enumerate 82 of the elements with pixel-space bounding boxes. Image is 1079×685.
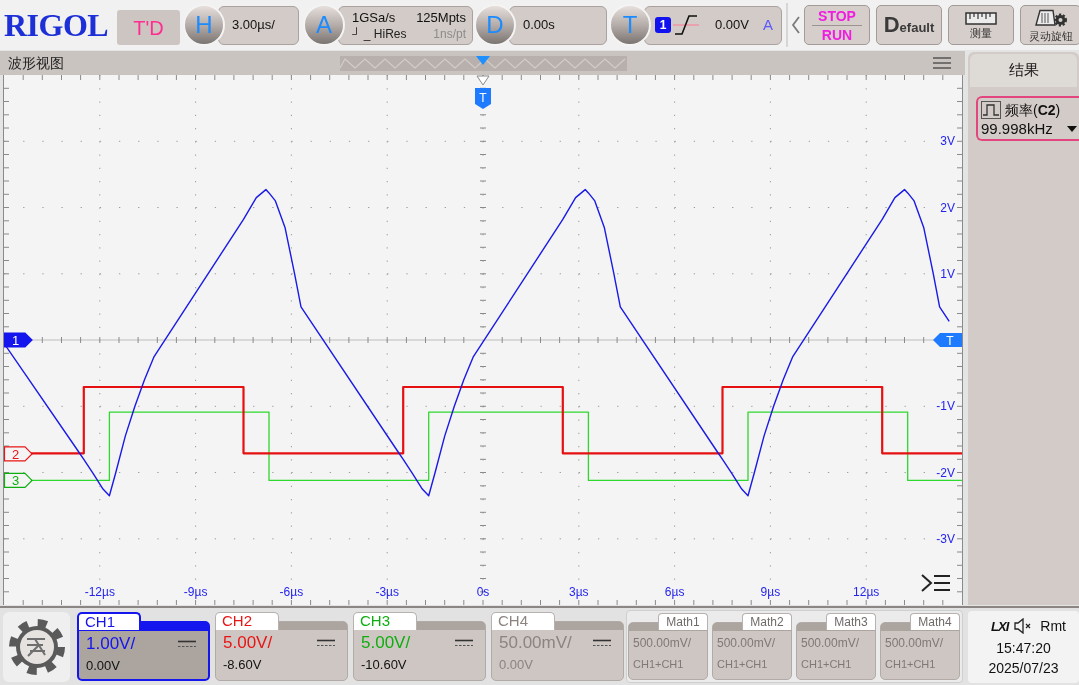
- channel-tab[interactable]: CH4: [491, 612, 555, 630]
- clock-time: 15:47:20: [996, 641, 1051, 655]
- x-tick-label: 12µs: [853, 585, 880, 599]
- channel-offset: 0.00V: [499, 658, 534, 671]
- trigger-sweep-mode: A: [763, 14, 773, 35]
- channel-tab[interactable]: CH3: [353, 612, 417, 630]
- acquisition-panel[interactable]: 1GSa/s 125Mpts ┘ _ HiRes 1ns/pt: [338, 5, 473, 45]
- channel-offset: 0.00V: [86, 659, 121, 672]
- x-tick-label: -12µs: [84, 585, 115, 599]
- y-tick-label: 2V: [940, 200, 955, 215]
- measure-button[interactable]: 测量: [948, 5, 1014, 45]
- dropdown-caret-icon[interactable]: [1067, 125, 1077, 132]
- x-tick-label: 3µs: [569, 585, 589, 599]
- trigger-source-badge: 1: [655, 17, 671, 33]
- menu-icon[interactable]: [933, 57, 951, 69]
- gear-icon: [7, 617, 66, 676]
- math-tab[interactable]: Math4: [910, 613, 960, 630]
- ruler-icon: [965, 11, 997, 25]
- knob-button[interactable]: 灵动旋钮: [1020, 5, 1079, 45]
- channel-marker[interactable]: 1: [4, 332, 33, 348]
- position-marker-icon[interactable]: [476, 55, 490, 65]
- measurement-label: 频率(C2): [1005, 103, 1061, 117]
- knob-gear-icon: [1033, 8, 1068, 28]
- dc-coupling-icon: [455, 638, 473, 647]
- channel-tab[interactable]: CH2: [215, 612, 279, 630]
- y-tick-label: -2V: [936, 465, 955, 480]
- timebase-display[interactable]: 3.00µs/: [218, 5, 299, 45]
- math-scale: 500.00mV/: [885, 637, 945, 649]
- dc-coupling-icon: [317, 638, 335, 647]
- channel-tab[interactable]: CH1: [77, 612, 141, 630]
- math-source: CH1+CH1: [885, 659, 937, 670]
- channel-marker[interactable]: 2: [4, 446, 33, 462]
- channel-scale: 50.00mV/: [499, 634, 572, 651]
- measurement-value: 99.998kHz: [981, 121, 1053, 136]
- clock-date: 2025/07/23: [988, 661, 1059, 675]
- remote-label: Rmt: [1040, 619, 1066, 633]
- math-scale: 500.00mV/: [717, 637, 777, 649]
- results-title: 结果: [970, 54, 1077, 87]
- channel-scale: 1.00V/: [86, 635, 136, 652]
- measurement-card[interactable]: 频率(C2) 99.998kHz: [976, 96, 1079, 141]
- trigger-level: 0.00V: [715, 16, 749, 35]
- math-source: CH1+CH1: [717, 659, 769, 670]
- trigger-level-marker[interactable]: T: [933, 333, 962, 348]
- pulse-icon: [981, 101, 1001, 119]
- math-scale: 500.00mV/: [801, 637, 861, 649]
- trigger-panel[interactable]: 1 0.00V A: [644, 5, 782, 45]
- chevron-list-icon[interactable]: [921, 574, 951, 592]
- dc-coupling-icon: [593, 638, 611, 647]
- delay-display[interactable]: 0.00s: [509, 5, 607, 45]
- sample-rate: 1GSa/s: [352, 10, 396, 24]
- math-scale: 500.00mV/: [633, 637, 693, 649]
- rising-edge-icon: [673, 14, 699, 36]
- x-tick-label: 9µs: [760, 585, 781, 599]
- y-tick-label: -3V: [936, 531, 955, 546]
- dc-coupling-icon: [178, 639, 196, 648]
- y-tick-label: -1V: [936, 399, 955, 414]
- x-tick-label: 6µs: [664, 585, 685, 599]
- acquire-mode: ┘ _ HiRes: [352, 27, 407, 40]
- x-tick-label: -6µs: [279, 585, 304, 599]
- math-source: CH1+CH1: [633, 659, 685, 670]
- y-tick-label: 1V: [940, 266, 955, 281]
- math-tab[interactable]: Math3: [826, 613, 876, 630]
- chevron-left-icon[interactable]: [791, 16, 801, 34]
- x-tick-label: -3µs: [375, 585, 399, 599]
- brand-logo: RIGOL: [4, 9, 109, 41]
- lxi-label: LXI: [991, 619, 1009, 633]
- view-title: 波形视图: [8, 56, 64, 70]
- y-tick-label: 3V: [940, 134, 955, 149]
- channel-scale: 5.00V/: [223, 634, 273, 651]
- x-tick-label: -9µs: [183, 585, 208, 599]
- math-tab[interactable]: Math1: [658, 613, 708, 630]
- default-button[interactable]: Default: [876, 5, 942, 45]
- math-tab[interactable]: Math2: [742, 613, 792, 630]
- memory-depth: 125Mpts: [416, 10, 466, 24]
- channel-scale: 5.00V/: [361, 634, 411, 651]
- x-tick-label: 0s: [476, 585, 490, 599]
- channel-offset: -8.60V: [223, 658, 263, 671]
- home-button[interactable]: [3, 611, 70, 682]
- channel-marker[interactable]: 3: [4, 472, 33, 489]
- channel-offset: -10.60V: [361, 658, 408, 671]
- math-source: CH1+CH1: [801, 659, 853, 670]
- time-resolution: 1ns/pt: [433, 27, 466, 40]
